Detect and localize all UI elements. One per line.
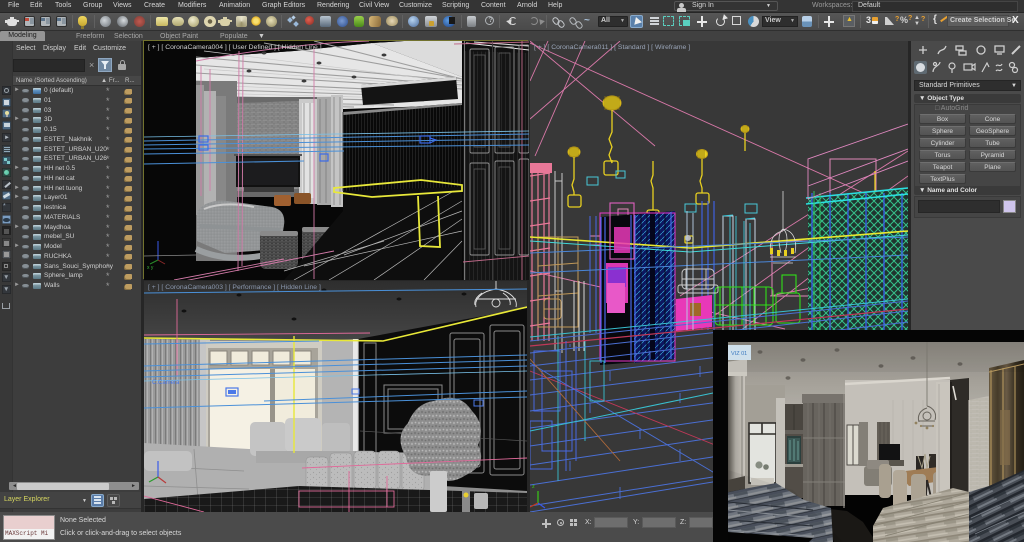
svg-text:VIZ 01: VIZ 01 (731, 351, 747, 357)
svg-text:C.Camera: C.Camera (152, 380, 180, 386)
svg-text:x y: x y (147, 265, 154, 271)
svg-text:z: z (532, 484, 535, 490)
